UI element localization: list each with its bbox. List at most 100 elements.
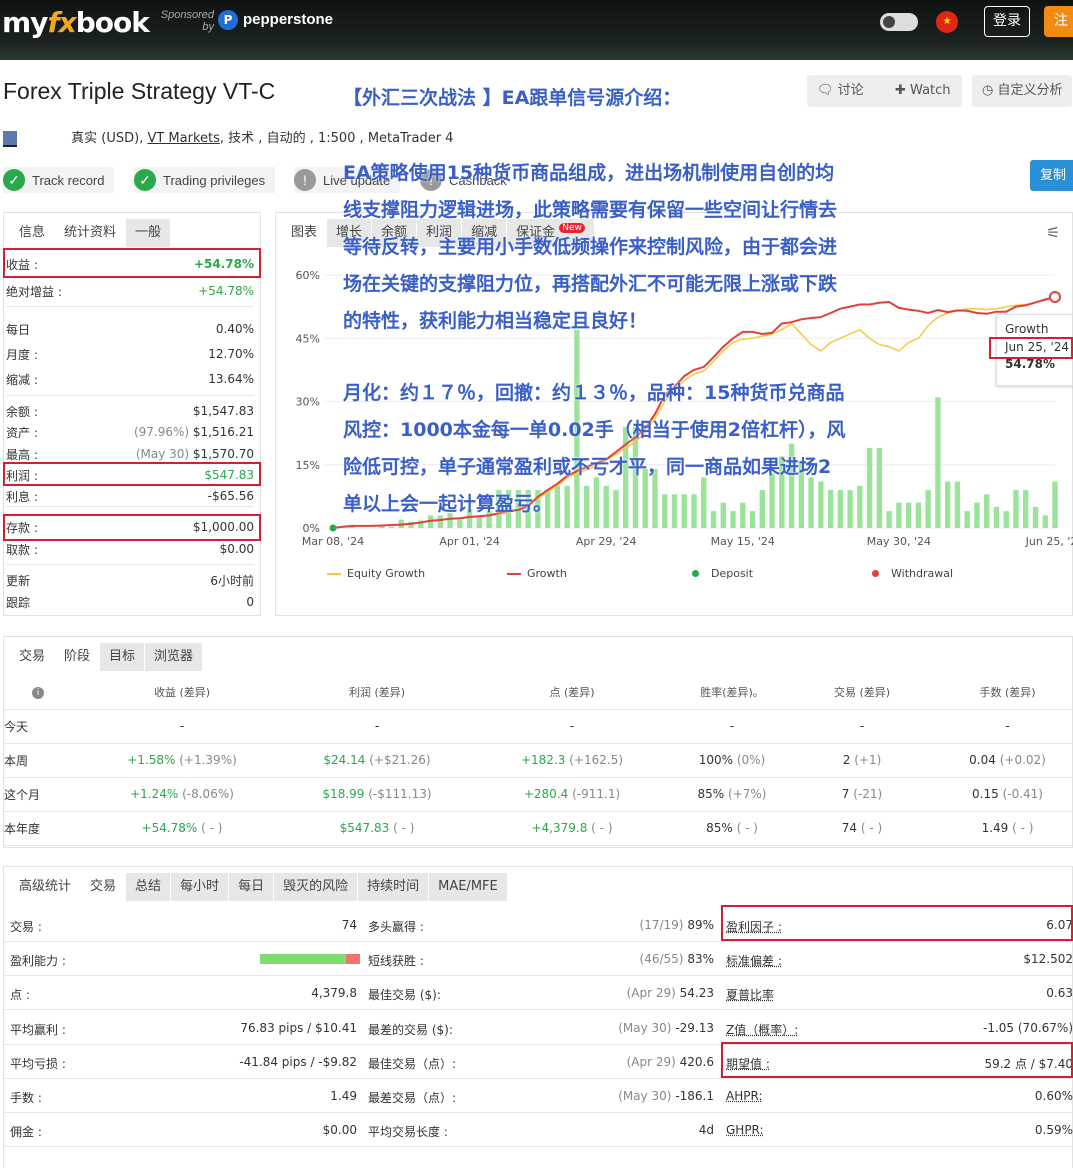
daily-bar (866, 447, 873, 528)
tab-general[interactable]: 一般 (126, 219, 172, 247)
legend-equity-growth[interactable]: Equity Growth (327, 567, 425, 580)
stat-value: 6小时前 (210, 573, 254, 588)
adv-value: -41.84 pips / -$9.82 (239, 1054, 357, 1069)
tab-risk-of-ruin[interactable]: 毁灭的风险 (274, 873, 359, 901)
adv-label: 多头赢得 : (368, 920, 424, 934)
period-cell-gain: +54.78% ( - ) (72, 811, 292, 846)
myfxbook-logo[interactable]: myfxbook (2, 6, 150, 39)
adv-label: 平均亏损 : (10, 1056, 66, 1071)
plus-icon: ✚ (895, 83, 906, 98)
pepperstone-icon: P (218, 10, 238, 30)
col-lots[interactable]: 手数 (差异) (942, 675, 1073, 710)
daily-bar (954, 481, 961, 528)
x-tick-label: Mar 08, '24 (302, 535, 364, 548)
tab-hourly[interactable]: 每小时 (171, 873, 230, 901)
legend-deposit[interactable]: Deposit (692, 567, 753, 580)
comment-icon: 🗨 (817, 83, 834, 98)
china-flag-icon[interactable]: ★ (936, 11, 958, 33)
broker-link[interactable]: VT Markets (147, 131, 219, 146)
adv-value: $0.00 (322, 1123, 357, 1138)
col-gain[interactable]: 收益 (差异) (72, 675, 292, 710)
adv-value: 0.63 (1046, 986, 1073, 1001)
login-button[interactable]: 登录 (984, 6, 1030, 37)
stat-value: $1,516.21 (192, 425, 254, 439)
register-button[interactable]: 注 (1044, 6, 1073, 37)
adv-label: 最佳交易（点）: (368, 1056, 457, 1071)
period-cell-trades: 74 ( - ) (782, 811, 942, 846)
adv-label: 手数 : (10, 1091, 42, 1105)
chart-settings-icon[interactable]: ⚟ (1046, 223, 1066, 242)
sponsor-name[interactable]: pepperstone (243, 11, 333, 28)
x-tick-label: May 15, '24 (711, 535, 775, 548)
discuss-button[interactable]: 🗨 讨论 (807, 75, 895, 107)
stat-value: 13.64% (208, 372, 254, 386)
adv-value: (17/19) 89% (639, 918, 714, 932)
period-cell-gain: +1.24% (-8.06%) (72, 777, 292, 812)
daily-bar (1013, 490, 1019, 528)
period-row: 本年度 +54.78% ( - ) $547.83 ( - ) +4,379.8 ( … (4, 811, 1073, 846)
watch-button[interactable]: ✚ Watch (885, 75, 962, 107)
trading-privileges-badge[interactable]: ✓ Trading privileges (134, 167, 276, 193)
stat-value: +54.78% (198, 284, 254, 298)
chart-legend: Equity Growth Growth Deposit Withdrawal (327, 567, 1027, 583)
adv-label: 短线获胜 : (368, 954, 424, 969)
tab-adv-trades[interactable]: 交易 (81, 873, 127, 901)
col-profit[interactable]: 利润 (差异) (292, 675, 462, 710)
copy-button[interactable]: 复制 (1030, 160, 1073, 191)
theme-toggle[interactable] (880, 13, 918, 31)
stat-label: 缩减 : (6, 372, 38, 387)
adv-label-link[interactable]: GHPR: (726, 1123, 764, 1137)
adv-label-link[interactable]: Z值（概率）: (726, 1021, 798, 1038)
tab-duration[interactable]: 持续时间 (358, 873, 430, 901)
tab-info[interactable]: 信息 (10, 219, 56, 247)
legend-growth[interactable]: Growth (507, 567, 567, 580)
check-icon: ✓ (3, 169, 25, 191)
daily-bar (1042, 515, 1048, 528)
tab-advanced[interactable]: 高级统计 (10, 873, 82, 901)
adv-value: 1.49 (330, 1089, 357, 1103)
tab-chart[interactable]: 图表 (282, 219, 328, 247)
daily-bar (847, 490, 853, 528)
warning-icon: ! (294, 169, 316, 191)
legend-withdrawal[interactable]: Withdrawal (872, 567, 953, 580)
user-avatar[interactable] (3, 130, 17, 147)
stat-label: 资产 : (6, 425, 38, 440)
col-winrate[interactable]: 胜率(差异)。 (682, 675, 782, 710)
col-pips[interactable]: 点 (差异) (462, 675, 682, 710)
period-cell-profit: $24.14 (+$21.26) (292, 743, 462, 778)
period-cell-gain: - (72, 709, 292, 744)
track-record-badge[interactable]: ✓ Track record (3, 167, 115, 193)
stat-row: 每日 0.40% (6, 318, 254, 340)
daily-bar (857, 485, 863, 528)
period-cell-profit: $18.99 (-$111.13) (292, 777, 462, 812)
adv-label-link[interactable]: AHPR: (726, 1089, 762, 1103)
stat-value: 0 (246, 595, 254, 609)
adv-label: 盈利能力 : (10, 954, 66, 969)
tab-statistics[interactable]: 统计资料 (55, 219, 127, 247)
custom-analysis-button[interactable]: ◷ 自定义分析 (972, 75, 1072, 107)
daily-bar (896, 502, 902, 528)
stat-label: 余额 : (6, 404, 38, 419)
highlight-gain (3, 248, 261, 278)
stat-value: 0.40% (215, 322, 254, 336)
tab-summary[interactable]: 总结 (126, 873, 172, 901)
info-icon[interactable]: i (32, 686, 44, 699)
daily-bar (925, 490, 931, 528)
adv-value: 76.83 pips / $10.41 (240, 1020, 357, 1035)
adv-label: 平均交易长度 : (368, 1125, 448, 1140)
tab-trades[interactable]: 交易 (10, 643, 56, 671)
tab-browser[interactable]: 浏览器 (145, 643, 204, 671)
stat-label: 绝对增益 : (6, 284, 62, 299)
adv-label-link[interactable]: 标准偏差 : (726, 952, 782, 969)
x-tick-label: Apr 01, '24 (439, 535, 500, 548)
period-label: 这个月 (4, 777, 72, 812)
period-cell-lots: 0.04 (+0.02) (942, 743, 1073, 778)
tab-daily[interactable]: 每日 (229, 873, 275, 901)
col-trades[interactable]: 交易 (差异) (782, 675, 942, 710)
divider (6, 564, 254, 565)
period-row: 这个月 +1.24% (-8.06%) $18.99 (-$111.13) +280.… (4, 777, 1073, 812)
adv-label-link[interactable]: 夏普比率 (726, 986, 774, 1003)
tab-goals[interactable]: 目标 (100, 643, 146, 671)
tab-periods[interactable]: 阶段 (55, 643, 101, 671)
tab-mae-mfe[interactable]: MAE/MFE (429, 873, 508, 901)
